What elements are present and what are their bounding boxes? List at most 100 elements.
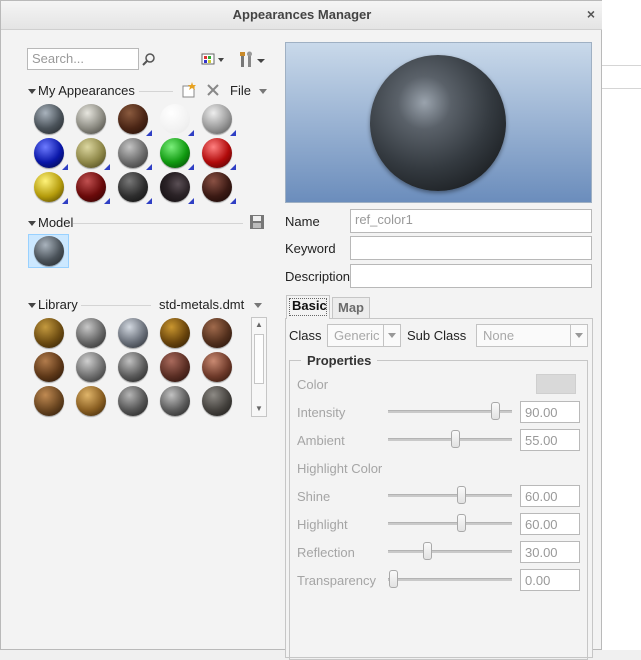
library-swatch[interactable] [118, 386, 148, 416]
ambient-label: Ambient [297, 433, 345, 448]
keyword-input[interactable] [350, 236, 592, 260]
scrollbar-thumb[interactable] [254, 334, 264, 384]
appearance-preview [285, 42, 592, 203]
chevron-down-icon [383, 325, 400, 346]
description-input[interactable] [350, 264, 592, 288]
library-swatch[interactable] [76, 386, 106, 416]
intensity-value[interactable]: 90.00 [520, 401, 580, 423]
library-swatch[interactable] [202, 318, 232, 348]
library-swatch[interactable] [76, 318, 106, 348]
ambient-slider-thumb[interactable] [451, 430, 460, 448]
highlight-slider-track[interactable] [388, 522, 512, 525]
highlight-slider-thumb[interactable] [457, 514, 466, 532]
background-divider [602, 65, 641, 66]
library-swatch[interactable] [202, 386, 232, 416]
intensity-label: Intensity [297, 405, 346, 420]
background-divider [602, 88, 641, 89]
save-icon[interactable] [249, 214, 265, 230]
subclass-select[interactable]: None [476, 324, 588, 347]
search-input[interactable]: Search... [27, 48, 139, 70]
subclass-label: Sub Class [407, 328, 467, 343]
appearance-swatch[interactable] [76, 172, 110, 204]
library-swatch[interactable] [118, 352, 148, 382]
reflection-value[interactable]: 30.00 [520, 541, 580, 563]
appearance-swatch[interactable] [76, 138, 110, 170]
shine-slider-track[interactable] [388, 494, 512, 497]
my-appearances-header[interactable]: My Appearances [28, 83, 135, 98]
delete-icon[interactable] [206, 83, 220, 97]
transparency-slider-thumb[interactable] [389, 570, 398, 588]
background-window-strip [602, 0, 641, 650]
name-input[interactable]: ref_color1 [350, 209, 592, 233]
highlight-label: Highlight [297, 517, 348, 532]
library-swatch[interactable] [76, 352, 106, 382]
appearance-swatch[interactable] [118, 172, 152, 204]
ambient-slider-track[interactable] [388, 438, 512, 441]
color-label: Color [297, 377, 329, 392]
transparency-slider-track[interactable] [388, 578, 512, 581]
library-swatch[interactable] [34, 318, 64, 348]
library-swatch[interactable] [202, 352, 232, 382]
display-options-icon[interactable] [201, 53, 225, 67]
appearances-manager-window: Appearances Manager × Search... My Appea… [0, 0, 603, 660]
appearance-swatch[interactable] [76, 104, 106, 134]
appearance-swatch[interactable] [202, 104, 236, 136]
reflection-label: Reflection [297, 545, 355, 560]
appearance-swatch[interactable] [34, 172, 68, 204]
title-bar: Appearances Manager × [1, 1, 603, 30]
appearance-swatch[interactable] [202, 138, 236, 170]
model-appearance-swatch[interactable] [34, 236, 64, 266]
appearance-swatch[interactable] [118, 104, 152, 136]
color-swatch[interactable] [536, 374, 576, 394]
appearance-swatch[interactable] [34, 138, 68, 170]
model-header[interactable]: Model [28, 215, 73, 230]
shine-slider-thumb[interactable] [457, 486, 466, 504]
library-swatch[interactable] [34, 352, 64, 382]
tab-basic[interactable]: Basic [286, 295, 330, 319]
library-header[interactable]: Library [28, 297, 78, 312]
new-appearance-icon[interactable] [181, 82, 197, 98]
preview-sphere [370, 55, 506, 191]
reflection-slider-track[interactable] [388, 550, 512, 553]
divider [139, 91, 173, 92]
file-menu[interactable]: File [230, 83, 267, 98]
shine-label: Shine [297, 489, 331, 504]
shine-value[interactable]: 60.00 [520, 485, 580, 507]
highlight-value[interactable]: 60.00 [520, 513, 580, 535]
transparency-value[interactable]: 0.00 [520, 569, 580, 591]
keyword-label: Keyword [285, 241, 336, 256]
search-icon[interactable] [142, 52, 156, 66]
appearance-swatch[interactable] [118, 138, 152, 170]
intensity-slider-thumb[interactable] [491, 402, 500, 420]
transparency-label: Transparency [297, 573, 376, 588]
collapse-arrow-icon[interactable] [28, 89, 36, 95]
library-file-dropdown[interactable]: std-metals.dmt [159, 297, 263, 312]
appearance-swatch[interactable] [34, 104, 64, 134]
scroll-down-icon[interactable]: ▼ [252, 402, 266, 416]
appearance-swatch[interactable] [160, 172, 194, 204]
library-swatch[interactable] [118, 318, 148, 348]
library-scrollbar[interactable]: ▲ ▼ [251, 317, 267, 417]
class-label: Class [289, 328, 322, 343]
tools-icon[interactable] [239, 51, 267, 69]
appearance-swatch[interactable] [202, 172, 236, 204]
appearance-swatch[interactable] [160, 138, 194, 170]
collapse-arrow-icon[interactable] [28, 303, 36, 309]
library-swatch[interactable] [34, 386, 64, 416]
close-icon[interactable]: × [587, 6, 595, 22]
description-label: Description [285, 269, 351, 284]
tab-map[interactable]: Map [332, 297, 370, 318]
appearance-swatch[interactable] [160, 104, 194, 136]
library-swatch[interactable] [160, 352, 190, 382]
library-swatch[interactable] [160, 386, 190, 416]
library-swatch[interactable] [160, 318, 190, 348]
chevron-down-icon [254, 303, 263, 309]
ambient-value[interactable]: 55.00 [520, 429, 580, 451]
collapse-arrow-icon[interactable] [28, 221, 36, 227]
divider [81, 305, 151, 306]
chevron-down-icon [570, 325, 587, 346]
scroll-up-icon[interactable]: ▲ [252, 318, 266, 332]
reflection-slider-thumb[interactable] [423, 542, 432, 560]
class-select[interactable]: Generic [327, 324, 401, 347]
properties-group-label: Properties [301, 353, 378, 368]
